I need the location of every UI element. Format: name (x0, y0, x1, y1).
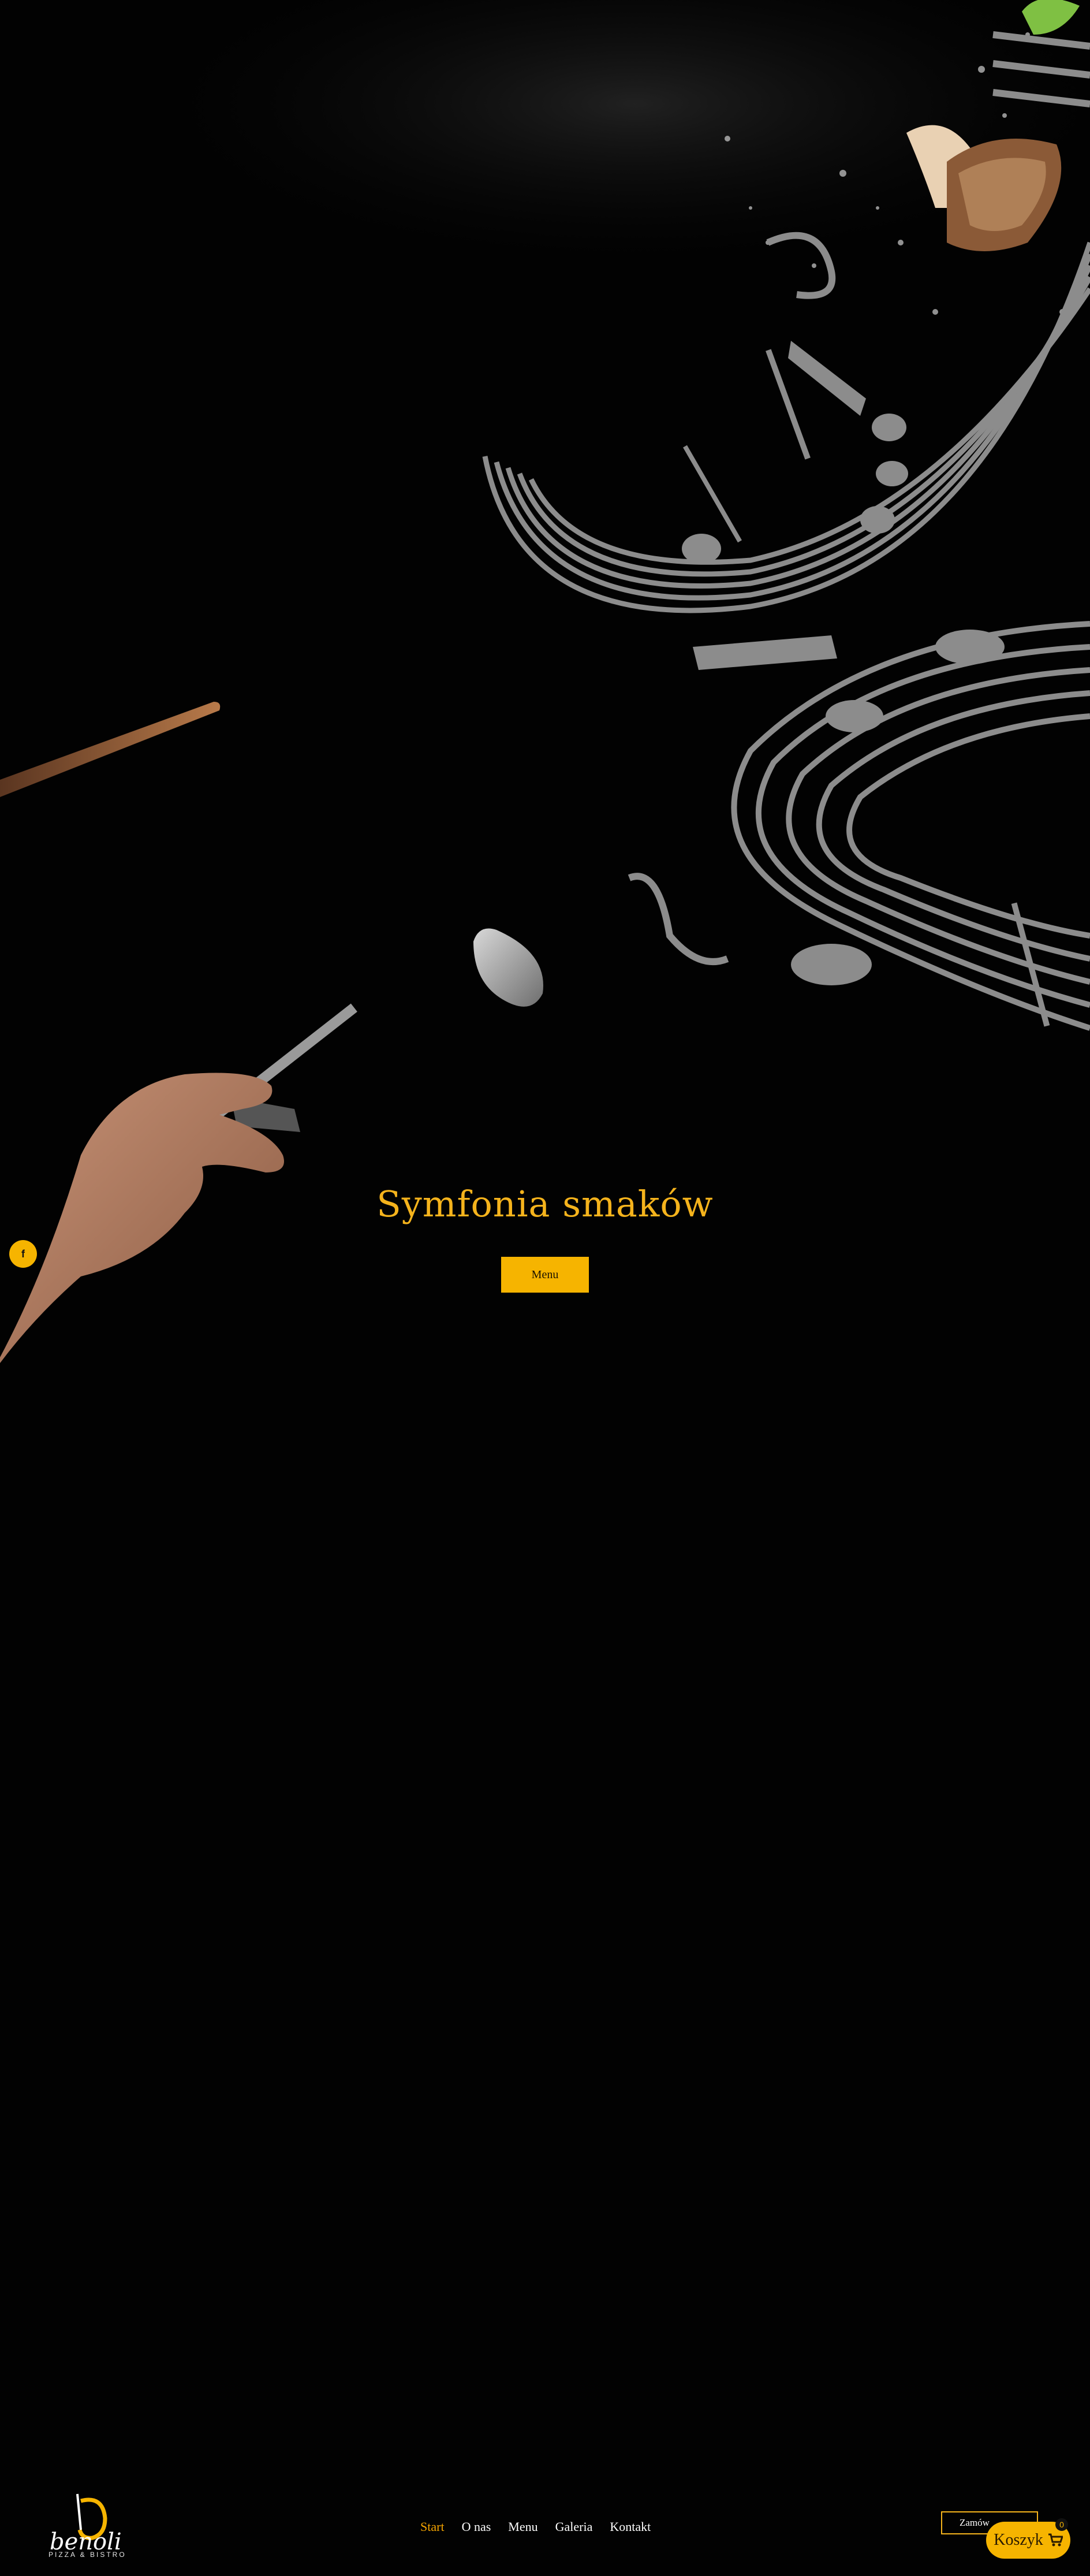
music-notes-upper (682, 341, 908, 564)
nav-item-menu[interactable]: Menu (508, 2519, 537, 2534)
cart-icon (1048, 2533, 1063, 2547)
wooden-spoon (0, 702, 221, 797)
main-menu: Start O nas Menu Galeria Kontakt (420, 2519, 651, 2534)
ladle-in-hand (0, 928, 543, 1363)
nav-item-o-nas[interactable]: O nas (462, 2519, 491, 2534)
menu-button[interactable]: Menu (501, 1257, 589, 1293)
cart-button[interactable]: Koszyk 0 (986, 2518, 1070, 2559)
facebook-link[interactable]: f (9, 1240, 37, 1268)
navigation-bar: benoli PIZZA & BISTRO Start O nas Menu G… (0, 2472, 1090, 2576)
nav-item-start[interactable]: Start (420, 2519, 445, 2534)
hero-background-art (0, 0, 1090, 1363)
hero-title: Symfonia smaków (376, 1183, 714, 1225)
music-staff-upper (482, 241, 1090, 613)
cart-count-badge: 0 (1055, 2518, 1068, 2531)
nav-item-galeria[interactable]: Galeria (555, 2519, 593, 2534)
facebook-icon: f (21, 1248, 25, 1260)
music-staff-lower (731, 621, 1090, 1031)
page: Symfonia smaków Menu f benoli PIZZA & BI… (0, 0, 1090, 2576)
cart-label: Koszyk (994, 2531, 1043, 2549)
nav-item-kontakt[interactable]: Kontakt (610, 2519, 651, 2534)
music-notes-lower (628, 630, 1050, 1027)
logo-subtitle: PIZZA & BISTRO (48, 2551, 126, 2559)
